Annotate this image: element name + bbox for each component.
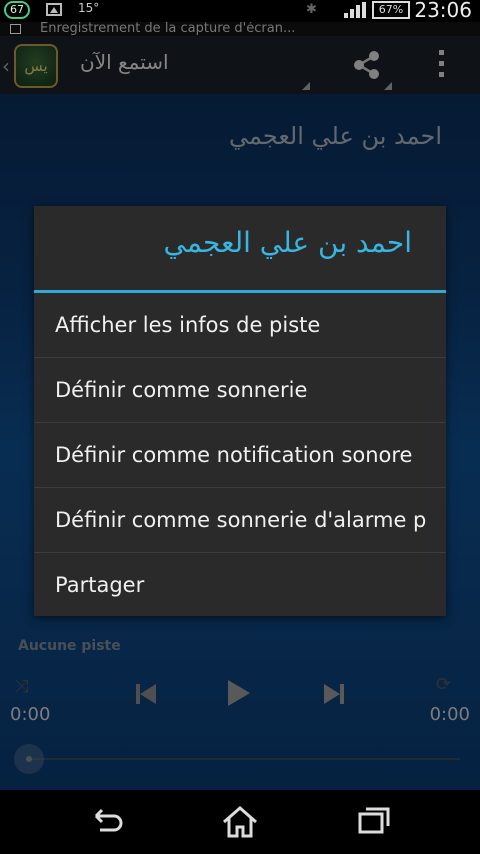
- ticker-text: Enregistrement de la capture d'écran...: [40, 22, 296, 36]
- recent-apps-icon[interactable]: [354, 802, 394, 842]
- screenshot-icon: [10, 24, 21, 34]
- home-icon[interactable]: [220, 802, 260, 842]
- image-icon: [46, 3, 62, 16]
- temperature: 15°: [78, 1, 100, 15]
- status-bar: 67 15° ✱ 67% 23:06: [0, 0, 480, 22]
- menu-item-set-ringtone[interactable]: Définir comme sonnerie: [34, 358, 446, 423]
- menu-item-share[interactable]: Partager: [34, 553, 446, 618]
- notification-ticker: Enregistrement de la capture d'écran...: [0, 22, 480, 36]
- signal-icon: [344, 2, 366, 18]
- context-menu-dialog: احمد بن علي العجمي Afficher les infos de…: [34, 206, 446, 616]
- battery-icon: 67%: [372, 1, 410, 19]
- back-icon[interactable]: [88, 802, 128, 842]
- clock: 23:06: [414, 0, 472, 22]
- dialog-title: احمد بن علي العجمي: [163, 226, 412, 259]
- bluetooth-icon: ✱: [306, 2, 317, 17]
- navigation-bar: [0, 790, 480, 854]
- notification-count-icon: 67: [4, 1, 30, 19]
- menu-item-set-alarm[interactable]: Définir comme sonnerie d'alarme p: [34, 488, 446, 553]
- menu-item-set-notification[interactable]: Définir comme notification sonore: [34, 423, 446, 488]
- menu-item-track-info[interactable]: Afficher les infos de piste: [34, 293, 446, 358]
